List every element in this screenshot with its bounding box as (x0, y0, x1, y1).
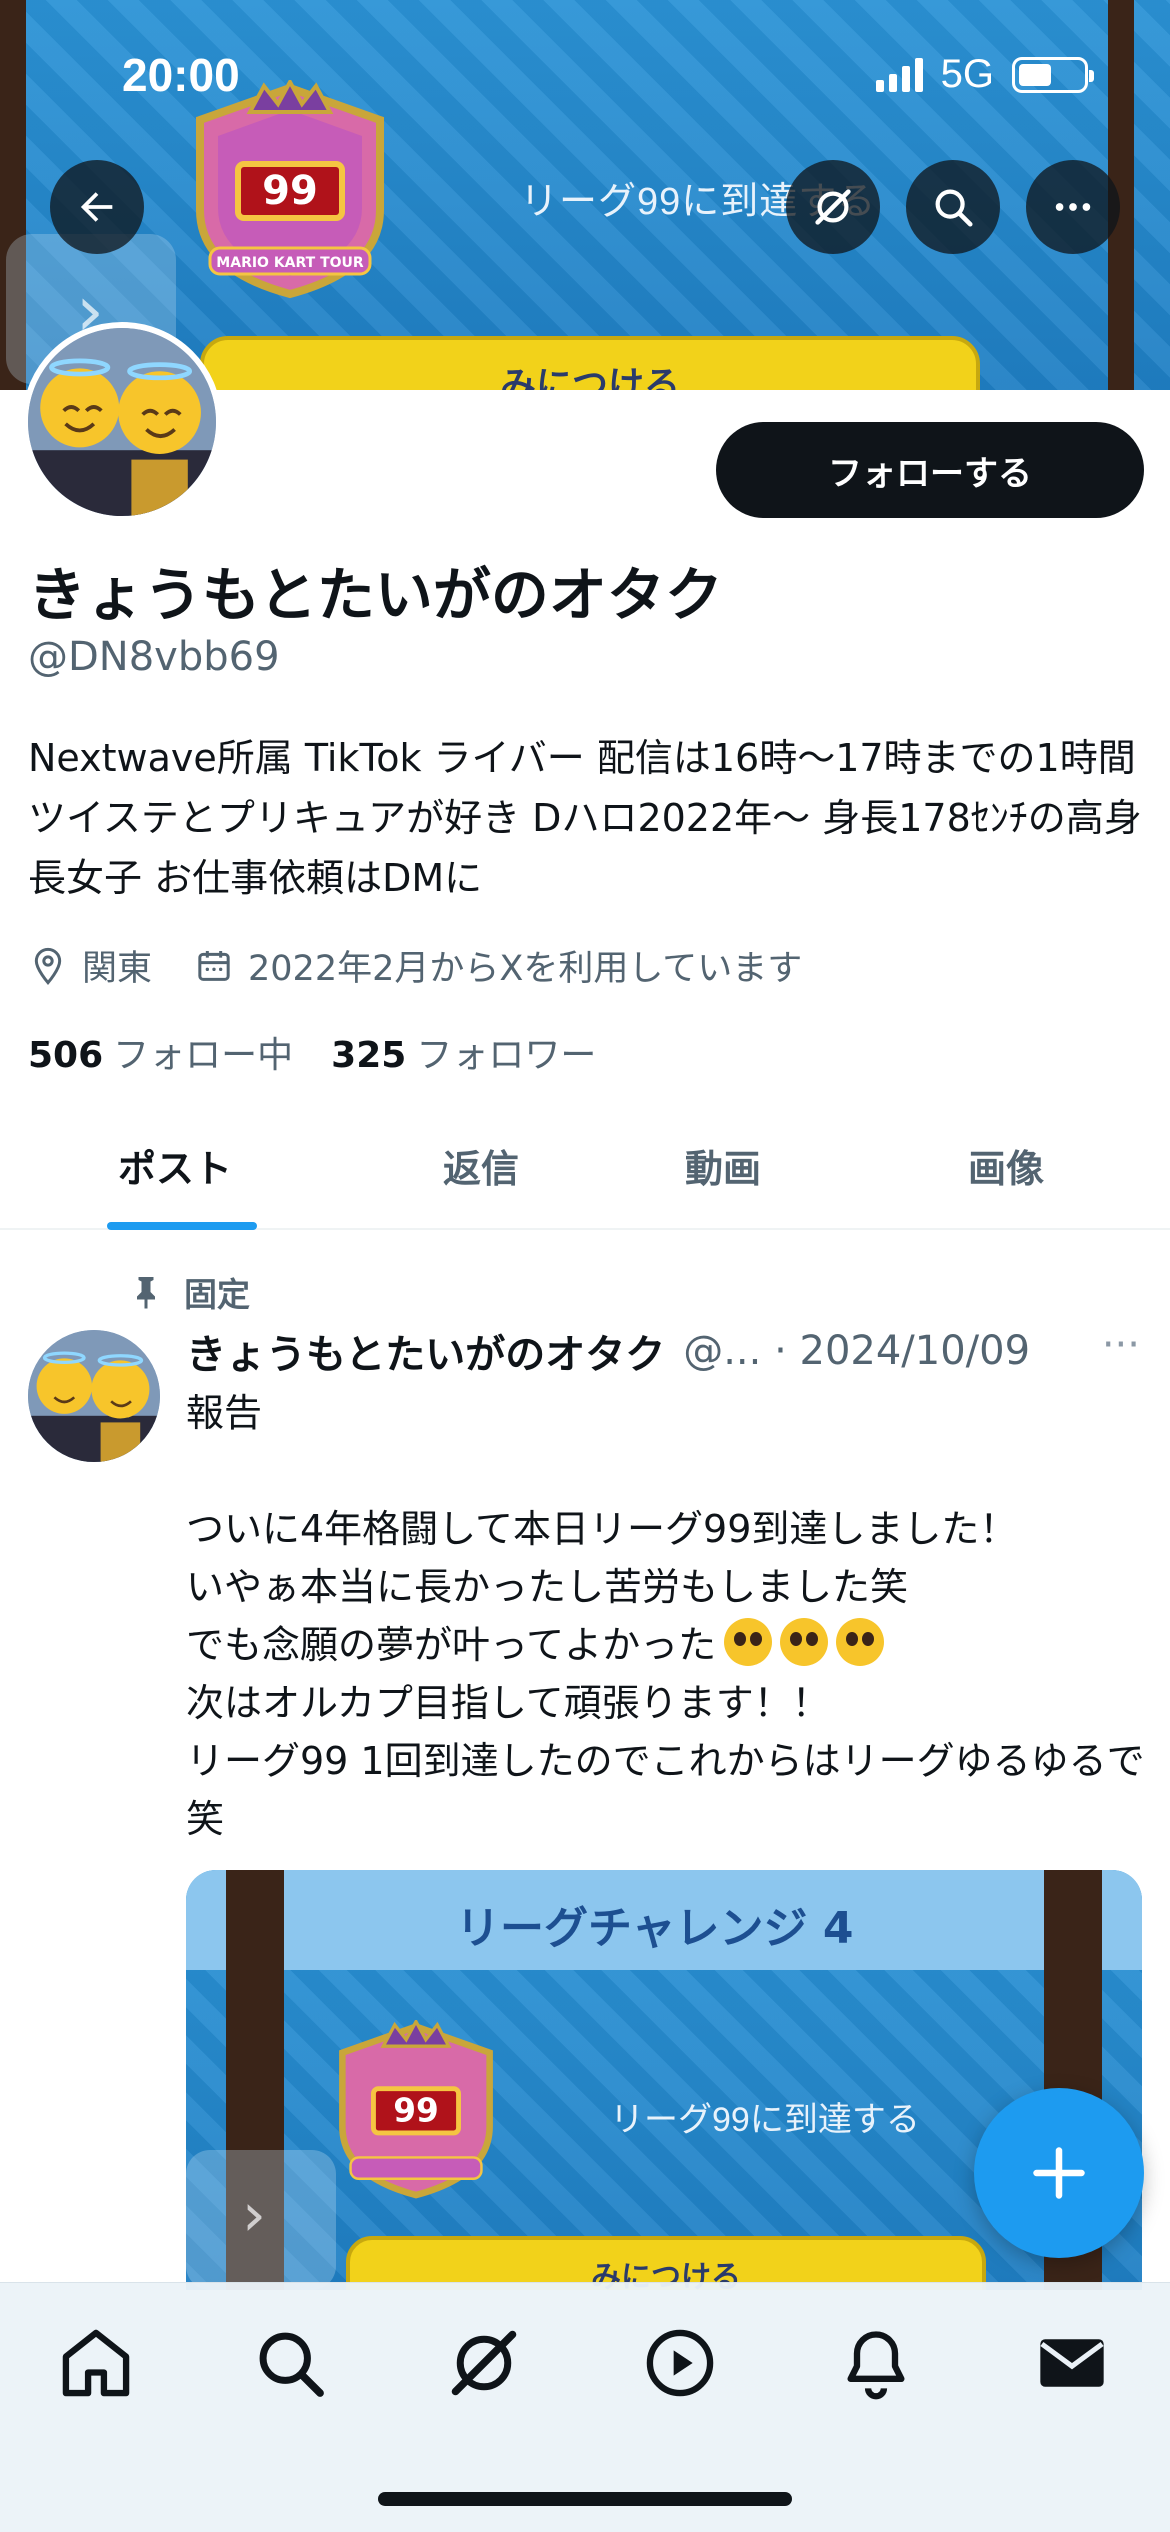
profile-avatar[interactable] (22, 322, 222, 522)
search-icon[interactable] (252, 2325, 328, 2401)
badge-number: 99 (262, 168, 318, 214)
network-type: 5G (940, 52, 994, 96)
post-author-name[interactable]: きょうもとたいがのオタク (186, 1322, 665, 1380)
active-tab-indicator (107, 1222, 257, 1230)
location-item: 関東 (28, 940, 152, 991)
back-button[interactable] (50, 160, 144, 254)
plus-icon (1033, 2147, 1085, 2199)
search-icon (935, 189, 973, 227)
pin-icon (137, 1277, 155, 1309)
post-header: きょうもとたいがのオタク @... · 2024/10/09 (186, 1322, 1146, 1380)
location-text: 関東 (82, 949, 153, 989)
pleading-face-emoji (836, 1618, 885, 1666)
avatar-image (28, 1330, 160, 1462)
mail-icon[interactable] (1034, 2325, 1110, 2401)
home-icon[interactable] (58, 2325, 134, 2401)
joined-item: 2022年2月からXを利用しています (194, 940, 802, 991)
status-time: 20:00 (122, 49, 240, 101)
league-badge-image: 99 (339, 2020, 493, 2199)
profile-bio: Nextwave所属 TikTok ライバー 配信は16時〜17時までの1時間 … (28, 736, 1142, 900)
tab-replies[interactable]: 返信 (443, 1138, 519, 1193)
pleading-face-emoji (724, 1618, 773, 1666)
post-handle-date: @... · 2024/10/09 (683, 1328, 1031, 1374)
follow-button[interactable]: フォローする (716, 422, 1144, 518)
location-pin-icon (34, 947, 62, 985)
badge-number: 99 (393, 2091, 439, 2129)
post-author-avatar[interactable] (28, 1330, 160, 1462)
banner-equip-button: みにつける (200, 336, 980, 390)
search-button[interactable] (906, 160, 1000, 254)
signal-icon (875, 57, 923, 92)
more-icon (1055, 203, 1091, 211)
pleading-face-emoji (780, 1618, 829, 1666)
display-name: きょうもとたいがのオタク (28, 561, 723, 629)
grok-icon[interactable] (446, 2325, 522, 2401)
post-text: 報告 ついに4年格闘して本日リーグ99到達しました！ いやぁ本当に長かったし苦労… (186, 1384, 1146, 1848)
battery-icon (1012, 56, 1094, 93)
more-button[interactable] (1026, 160, 1120, 254)
post-more-button[interactable]: ··· (1102, 1322, 1140, 1368)
profile-tabs: ポスト 返信 動画 画像 (0, 1100, 1170, 1230)
league-badge-image: 99 MARIO KART TOUR (196, 80, 384, 299)
user-handle: @DN8vbb69 (28, 634, 280, 680)
following-link[interactable]: 506 フォロー中 (28, 1026, 293, 1078)
pinned-label: 固定 (184, 1275, 250, 1314)
bell-icon[interactable] (838, 2325, 914, 2401)
calendar-icon (198, 950, 230, 981)
media-title: リーグチャレンジ 4 (456, 1903, 854, 1954)
followers-count: 325 (331, 1035, 407, 1076)
avatar-image (28, 328, 216, 516)
tab-posts[interactable]: ポスト (118, 1138, 232, 1193)
play-icon[interactable] (642, 2325, 718, 2401)
pinned-indicator: 固定 (128, 1268, 250, 1316)
arrow-left-icon (80, 192, 113, 222)
home-indicator[interactable] (378, 2492, 792, 2506)
post-text-part-2: 次はオルカプ目指して頑張ります！！ リーグ99 1回到達したのでこれからはリーグ… (186, 1681, 1145, 1841)
badge-caption: MARIO KART TOUR (216, 255, 364, 271)
grok-icon (815, 189, 851, 225)
compose-button[interactable] (974, 2088, 1144, 2258)
profile-meta: 関東 2022年2月からXを利用しています (28, 940, 844, 991)
tab-videos[interactable]: 動画 (685, 1138, 761, 1193)
status-indicators: 5G (875, 52, 1094, 97)
grok-button[interactable] (786, 160, 880, 254)
media-league-text: リーグ99に到達する (610, 2101, 920, 2139)
follow-counts: 506 フォロー中 325 フォロワー (28, 1026, 596, 1078)
followers-label: フォロワー (416, 1035, 597, 1076)
tab-images[interactable]: 画像 (968, 1138, 1044, 1193)
followers-link[interactable]: 325 フォロワー (331, 1026, 596, 1078)
following-count: 506 (28, 1035, 104, 1076)
joined-text: 2022年2月からXを利用しています (248, 949, 803, 989)
following-label: フォロー中 (113, 1035, 294, 1076)
post-text-part-1: 報告 ついに4年格闘して本日リーグ99到達しました！ いやぁ本当に長かったし苦労… (186, 1391, 1018, 1667)
media-chevron-icon: › (186, 2150, 336, 2290)
